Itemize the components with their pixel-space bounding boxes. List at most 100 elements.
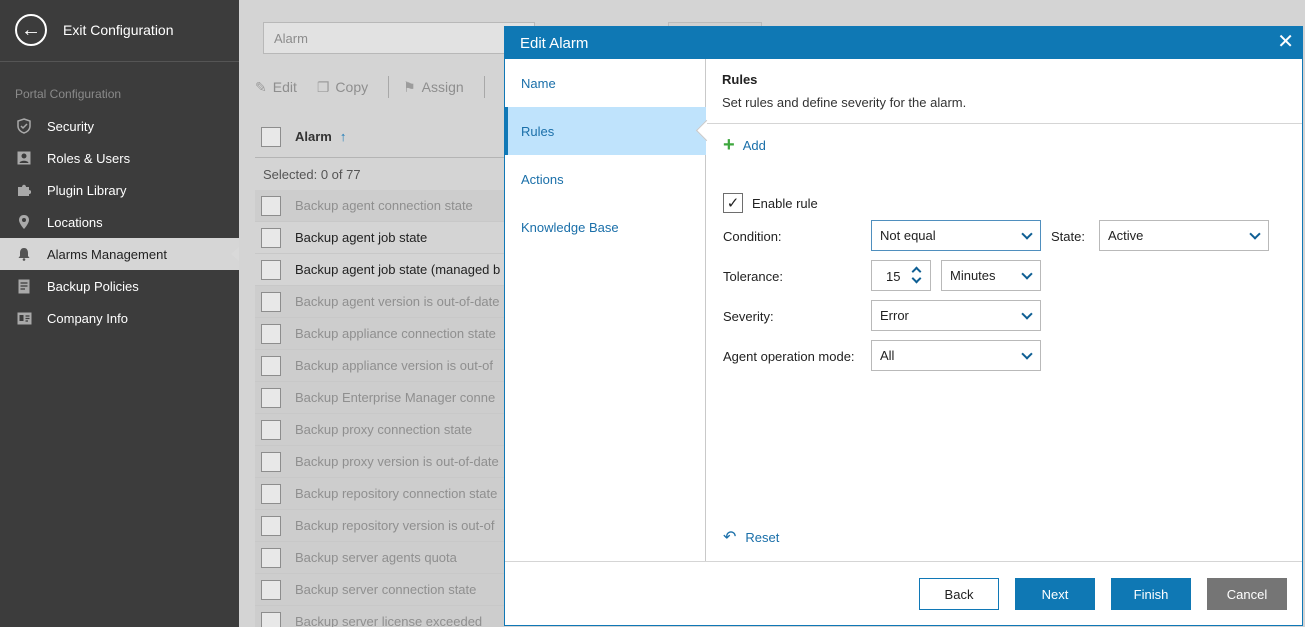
sidebar-item-plugin-library[interactable]: Plugin Library — [0, 174, 239, 206]
row-checkbox[interactable] — [261, 291, 281, 312]
exit-configuration-button[interactable]: ← Exit Configuration — [0, 0, 239, 62]
copy-icon: ❐ — [316, 78, 330, 95]
exit-configuration-label: Exit Configuration — [63, 22, 174, 38]
enable-rule-row: ✓ Enable rule — [723, 193, 818, 213]
condition-select[interactable]: Not equal — [871, 220, 1041, 251]
finish-button[interactable]: Finish — [1111, 578, 1191, 610]
table-row[interactable]: Backup server agents quota — [255, 542, 505, 574]
toolbar-divider — [388, 76, 390, 98]
table-row[interactable]: Backup appliance version is out-of — [255, 350, 505, 382]
reset-label: Reset — [745, 529, 780, 545]
close-icon[interactable]: ✕ — [1277, 31, 1294, 53]
table-row[interactable]: Backup server connection state — [255, 574, 505, 606]
sidebar-item-company-info[interactable]: Company Info — [0, 302, 239, 334]
pencil-icon: ✎ — [255, 78, 267, 95]
search-input[interactable]: Alarm — [263, 22, 535, 54]
row-label: Backup Enterprise Manager conne — [295, 390, 496, 405]
sidebar-item-roles-users[interactable]: Roles & Users — [0, 142, 239, 174]
column-header-alarm[interactable]: Alarm — [295, 129, 332, 144]
edit-button[interactable]: ✎ Edit — [255, 79, 297, 96]
table-row[interactable]: Backup agent job state — [255, 222, 505, 254]
agent-mode-value: All — [880, 348, 895, 363]
row-label: Backup repository version is out-of — [295, 518, 495, 533]
content-title: Rules — [722, 72, 758, 87]
next-button[interactable]: Next — [1015, 578, 1095, 610]
row-checkbox[interactable] — [261, 547, 281, 568]
table-row[interactable]: Backup repository connection state — [255, 478, 505, 510]
row-checkbox[interactable] — [261, 195, 281, 216]
row-label: Backup server connection state — [295, 582, 477, 597]
sidebar-item-label: Plugin Library — [47, 182, 127, 198]
table-row[interactable]: Backup agent job state (managed b — [255, 254, 505, 286]
severity-label: Severity: — [723, 309, 774, 324]
condition-value: Not equal — [880, 228, 936, 243]
select-all-checkbox[interactable] — [261, 126, 281, 147]
condition-label: Condition: — [723, 229, 782, 244]
tolerance-unit-select[interactable]: Minutes — [941, 260, 1041, 291]
sort-ascending-icon[interactable]: ↑ — [340, 129, 347, 144]
location-pin-icon — [15, 213, 33, 231]
search-placeholder: Alarm — [274, 30, 308, 46]
state-label: State: — [1051, 229, 1085, 244]
wizard-steps: Name Rules Actions Knowledge Base — [505, 59, 706, 561]
table-row[interactable]: Backup proxy version is out-of-date — [255, 446, 505, 478]
row-checkbox[interactable] — [261, 387, 281, 408]
reset-button[interactable]: ↶ Reset — [723, 527, 779, 547]
tolerance-unit-value: Minutes — [950, 268, 996, 283]
step-rules[interactable]: Rules — [505, 107, 706, 155]
assign-label: Assign — [421, 79, 464, 95]
row-checkbox[interactable] — [261, 611, 281, 627]
assign-button[interactable]: ⚑ Assign — [403, 79, 464, 96]
chevron-down-icon[interactable] — [911, 273, 922, 284]
row-checkbox[interactable] — [261, 579, 281, 600]
severity-select[interactable]: Error — [871, 300, 1041, 331]
row-label: Backup agent job state — [295, 230, 428, 245]
row-checkbox[interactable] — [261, 259, 281, 280]
table-row[interactable]: Backup Enterprise Manager conne — [255, 382, 505, 414]
sidebar-item-security[interactable]: Security — [0, 110, 239, 142]
step-knowledge-base[interactable]: Knowledge Base — [505, 203, 706, 251]
table-row[interactable]: Backup proxy connection state — [255, 414, 505, 446]
table-row[interactable]: Backup agent version is out-of-date — [255, 286, 505, 318]
row-label: Backup appliance version is out-of — [295, 358, 494, 373]
dialog-footer: Back Next Finish Cancel — [505, 561, 1302, 625]
sidebar-item-label: Roles & Users — [47, 150, 131, 166]
table-row[interactable]: Backup server license exceeded — [255, 606, 505, 627]
sidebar-item-label: Backup Policies — [47, 278, 139, 294]
row-checkbox[interactable] — [261, 355, 281, 376]
enable-rule-label: Enable rule — [752, 195, 818, 211]
copy-button[interactable]: ❐ Copy — [317, 79, 368, 96]
puzzle-icon — [15, 181, 33, 199]
add-rule-button[interactable]: + Add — [723, 135, 766, 155]
chevron-down-icon — [1021, 228, 1033, 240]
back-button[interactable]: Back — [919, 578, 999, 610]
cancel-button[interactable]: Cancel — [1207, 578, 1287, 610]
edit-label: Edit — [272, 79, 297, 95]
row-checkbox[interactable] — [261, 483, 281, 504]
sidebar-item-backup-policies[interactable]: Backup Policies — [0, 270, 239, 302]
add-label: Add — [742, 137, 766, 153]
reset-icon: ↶ — [723, 529, 737, 546]
row-checkbox[interactable] — [261, 515, 281, 536]
sidebar-item-alarms-management[interactable]: Alarms Management — [0, 238, 240, 270]
row-checkbox[interactable] — [261, 323, 281, 344]
row-checkbox[interactable] — [261, 451, 281, 472]
sidebar-item-locations[interactable]: Locations — [0, 206, 239, 238]
step-actions[interactable]: Actions — [505, 155, 706, 203]
row-label: Backup agent job state (managed b — [295, 262, 501, 277]
state-select[interactable]: Active — [1099, 220, 1269, 251]
agent-mode-select[interactable]: All — [871, 340, 1041, 371]
sidebar-section-title: Portal Configuration — [15, 87, 122, 101]
agent-mode-label: Agent operation mode: — [723, 349, 855, 364]
step-name[interactable]: Name — [505, 59, 706, 107]
tolerance-stepper[interactable]: 15 — [871, 260, 931, 291]
table-row[interactable]: Backup repository version is out-of — [255, 510, 505, 542]
user-card-icon — [15, 149, 33, 167]
table-row[interactable]: Backup agent connection state — [255, 190, 505, 222]
table-row[interactable]: Backup appliance connection state — [255, 318, 505, 350]
row-checkbox[interactable] — [261, 227, 281, 248]
list-toolbar: ✎ Edit ❐ Copy ⚑ Assign — [255, 74, 499, 100]
row-checkbox[interactable] — [261, 419, 281, 440]
enable-rule-checkbox[interactable]: ✓ — [723, 193, 743, 213]
shield-icon — [15, 117, 33, 135]
